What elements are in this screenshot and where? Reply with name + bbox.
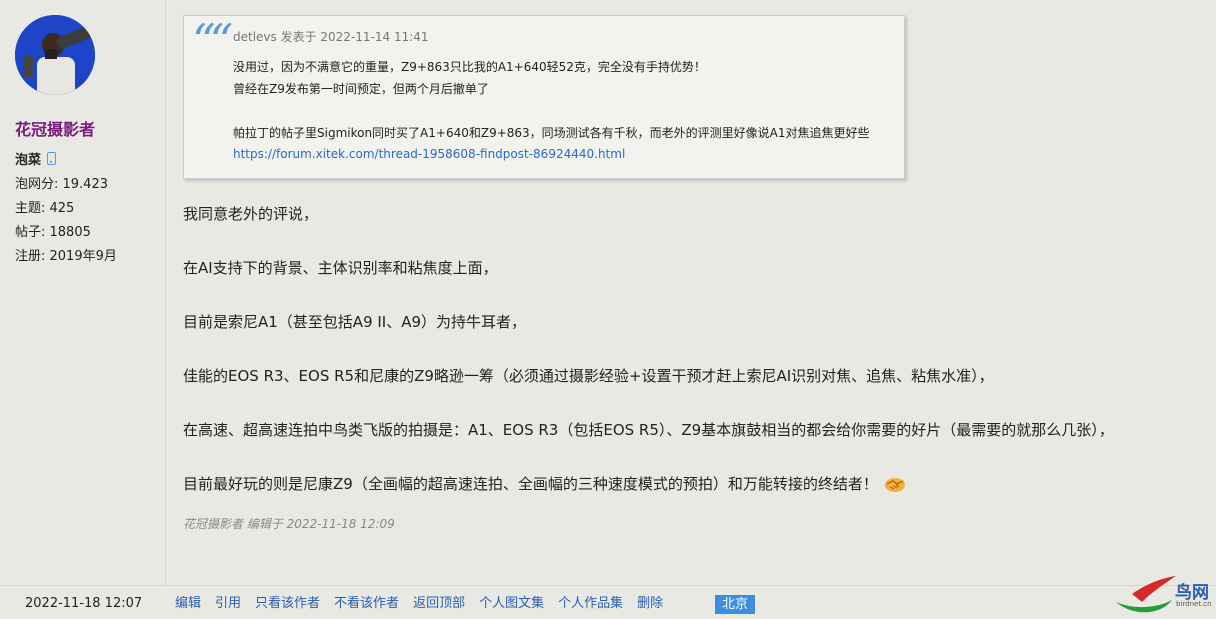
quote-mark-icon: ““ bbox=[192, 14, 233, 68]
personal-album-link[interactable]: 个人图文集 bbox=[479, 595, 544, 613]
rank-label: 泡菜 bbox=[15, 153, 42, 168]
edit-link[interactable]: 编辑 bbox=[175, 595, 201, 613]
stat-posts: 帖子: 18805 bbox=[15, 225, 91, 240]
post-actions: 编辑 引用 只看该作者 不看该作者 返回顶部 个人图文集 个人作品集 删除 bbox=[175, 595, 677, 613]
post-paragraph: 我同意老外的评说， bbox=[183, 205, 319, 223]
quote-header: detlevs 发表于 2022-11-14 11:41 bbox=[233, 30, 429, 44]
quote-link[interactable]: https://forum.xitek.com/thread-1958608-f… bbox=[233, 147, 625, 161]
post-paragraph-last: 目前最好玩的则是尼康Z9（全画幅的超高速连拍、全画幅的三种速度模式的预拍）和万能… bbox=[183, 473, 906, 494]
author-rank: 泡菜 bbox=[15, 149, 57, 168]
avatar-image bbox=[15, 15, 95, 95]
edit-note: 花冠摄影者 编辑于 2022-11-18 12:09 bbox=[183, 517, 395, 531]
delete-link[interactable]: 删除 bbox=[637, 595, 663, 613]
logo-subtext: birdnet.cn bbox=[1176, 600, 1212, 608]
location-badge: 北京 bbox=[715, 595, 756, 614]
author-sidebar: 花冠摄影者 泡菜 泡网分: 19.423 主题: 425 帖子: 18805 注… bbox=[0, 0, 166, 585]
author-name[interactable]: 花冠摄影者 bbox=[15, 116, 95, 140]
post-footer: 2022-11-18 12:07 编辑 引用 只看该作者 不看该作者 返回顶部 … bbox=[0, 585, 1216, 619]
post-timestamp: 2022-11-18 12:07 bbox=[25, 596, 143, 611]
quote-line: 帕拉丁的帖子里Sigmikon同时买了A1+640和Z9+863，同场测试各有千… bbox=[233, 126, 870, 140]
quote-block: ““ detlevs 发表于 2022-11-14 11:41 没用过，因为不满… bbox=[183, 15, 905, 179]
back-to-top-link[interactable]: 返回顶部 bbox=[413, 595, 465, 613]
only-author-link[interactable]: 只看该作者 bbox=[255, 595, 320, 613]
hide-author-link[interactable]: 不看该作者 bbox=[334, 595, 399, 613]
post-paragraph: 目前是索尼A1（甚至包括A9 II、A9）为持牛耳者， bbox=[183, 313, 527, 331]
post-paragraph: 在AI支持下的背景、主体识别率和粘焦度上面， bbox=[183, 259, 498, 277]
post-paragraph: 佳能的EOS R3、EOS R5和尼康的Z9略逊一筹（必须通过摄影经验+设置干预… bbox=[183, 367, 994, 385]
avatar[interactable] bbox=[15, 15, 95, 95]
handshake-emoji-icon bbox=[884, 478, 905, 492]
quote-reply-link[interactable]: 引用 bbox=[215, 595, 241, 613]
stat-topics: 主题: 425 bbox=[15, 201, 75, 216]
personal-works-link[interactable]: 个人作品集 bbox=[558, 595, 623, 613]
quote-line: 没用过，因为不满意它的重量，Z9+863只比我的A1+640轻52克，完全没有手… bbox=[233, 60, 706, 74]
post-paragraph: 在高速、超高速连拍中鸟类飞版的拍摄是：A1、EOS R3（包括EOS R5）、Z… bbox=[183, 421, 1114, 439]
mobile-icon bbox=[47, 152, 57, 165]
stat-registered: 注册: 2019年9月 bbox=[15, 249, 117, 264]
post-paragraph-text: 目前最好玩的则是尼康Z9（全画幅的超高速连拍、全画幅的三种速度模式的预拍）和万能… bbox=[183, 475, 878, 493]
quote-line: 曾经在Z9发布第一时间预定，但两个月后撤单了 bbox=[233, 82, 489, 96]
stat-score: 泡网分: 19.423 bbox=[15, 177, 108, 192]
